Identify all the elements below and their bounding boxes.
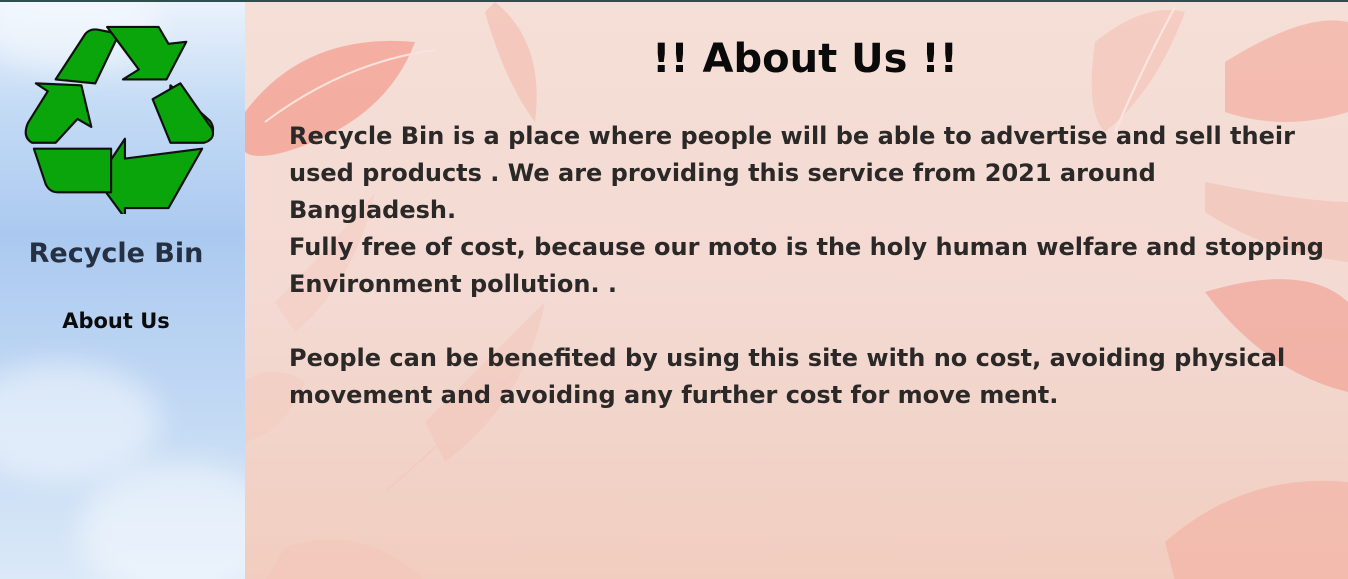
main-content: !! About Us !! Recycle Bin is a place wh… [245,2,1348,579]
about-paragraph-1: Recycle Bin is a place where people will… [289,122,1295,224]
page-title: !! About Us !! [652,36,958,82]
recycle-icon [20,22,218,220]
about-paragraph-3: People can be benefited by using this si… [289,344,1286,409]
nav-link-about-us[interactable]: About Us [0,309,232,333]
brand-name: Recycle Bin [28,238,204,269]
about-paragraph-2: Fully free of cost, because our moto is … [289,233,1324,298]
sidebar: Recycle Bin About Us [0,2,245,579]
cloud-decoration [80,462,245,579]
cloud-decoration [0,362,160,482]
